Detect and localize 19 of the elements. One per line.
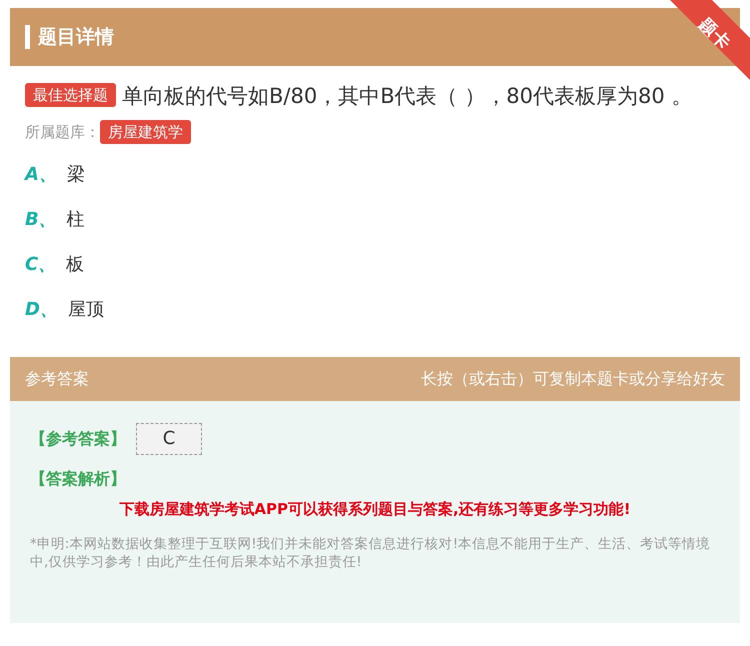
answer-value: C — [136, 423, 202, 455]
disclaimer-text: *申明:本网站数据收集整理于互联网!我们并未能对答案信息进行核对!本信息不能用于生产、生活、考试等情境中,仅供学习参考！由此产生任何后果本站不承担责任! — [30, 535, 712, 571]
title-accent-bar — [25, 25, 30, 49]
option-letter: D、 — [25, 298, 58, 321]
header-title: 题目详情 — [38, 25, 114, 50]
bank-label: 所属题库： — [25, 122, 100, 142]
promo-text: 下载房屋建筑学考试APP可以获得系列题目与答案,还有练习等更多学习功能! — [118, 500, 632, 519]
analysis-label: 【答案解析】 — [30, 469, 126, 490]
option-text[interactable]: 梁 — [66, 162, 85, 186]
option-text[interactable]: 柱 — [66, 207, 85, 231]
option-letter: A、 — [25, 163, 57, 186]
option-letter: C、 — [25, 253, 56, 276]
option-letter: B、 — [25, 208, 57, 231]
bank-tag[interactable]: 房屋建筑学 — [100, 120, 191, 144]
option-text[interactable]: 屋顶 — [68, 297, 104, 321]
option-text[interactable]: 板 — [66, 252, 84, 276]
answer-bar-hint: 长按（或右击）可复制本题卡或分享给好友 — [421, 368, 725, 390]
answer-bar-title: 参考答案 — [25, 368, 89, 390]
answer-label: 【参考答案】 — [30, 428, 126, 450]
